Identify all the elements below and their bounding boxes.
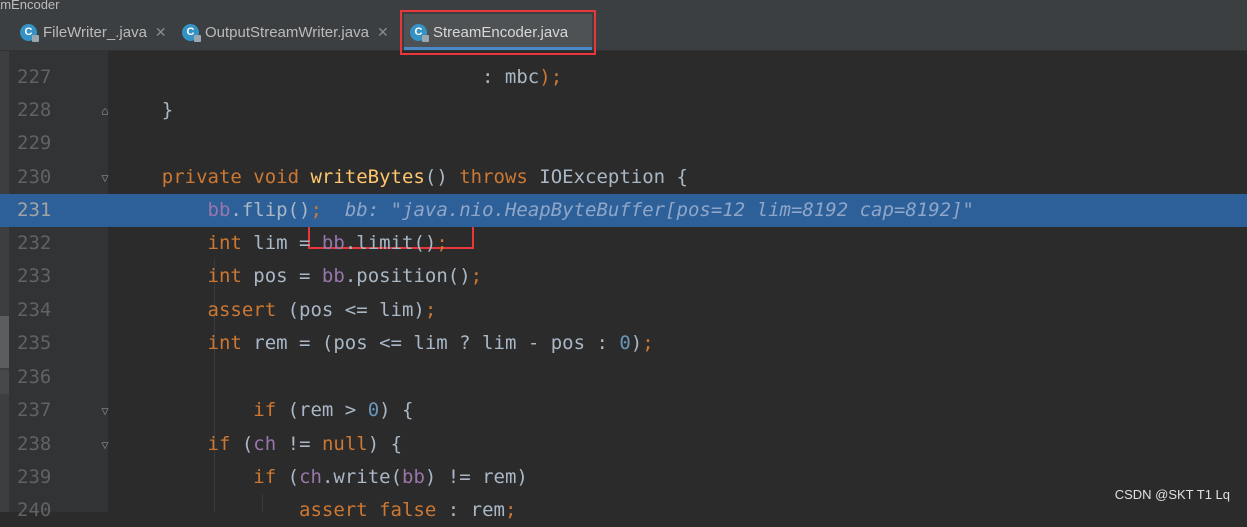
fold-icon[interactable]: ▽ — [98, 438, 112, 452]
code-line[interactable]: 230 ▽ private void writeBytes() throws I… — [0, 161, 1247, 194]
debug-inline-value: bb: "java.nio.HeapByteBuffer[pos=12 lim=… — [344, 199, 974, 221]
code-text: int pos = bb.position(); — [207, 265, 483, 287]
java-class-icon: C — [20, 23, 39, 42]
code-line[interactable]: 238 ▽ if (ch != null) { — [0, 428, 1247, 461]
close-icon[interactable]: ✕ — [377, 24, 389, 41]
code-text: assert (pos <= lim); — [207, 299, 437, 321]
tab-label: FileWriter_.java — [43, 23, 147, 41]
code-line[interactable]: 232 int lim = bb.limit(); — [0, 227, 1247, 260]
line-number: 237 — [17, 399, 52, 421]
line-number: 238 — [17, 433, 52, 455]
code-line[interactable]: 235 int rem = (pos <= lim ? lim - pos : … — [0, 327, 1247, 360]
code-text: if (ch.write(bb) != rem) — [253, 466, 528, 488]
line-number: 230 — [17, 166, 52, 188]
breadcrumb-text: amEncoder — [0, 0, 60, 12]
tab-outputstreamwriter[interactable]: C OutputStreamWriter.java ✕ — [176, 14, 396, 50]
code-line[interactable]: 227 : mbc); — [0, 61, 1247, 94]
line-number: 228 — [17, 99, 52, 121]
fold-icon[interactable]: ▽ — [98, 404, 112, 418]
line-number: 227 — [17, 66, 52, 88]
line-number: 233 — [17, 265, 52, 287]
line-number: 240 — [17, 499, 52, 521]
close-icon[interactable]: ✕ — [155, 24, 167, 41]
code-text: assert false : rem; — [299, 499, 517, 521]
watermark: CSDN @SKT T1 Lq — [1114, 487, 1230, 502]
line-number: 234 — [17, 299, 52, 321]
code-line[interactable]: 229 — [0, 127, 1247, 160]
fold-end-icon[interactable]: ⌂ — [98, 104, 112, 118]
code-line[interactable]: 234 assert (pos <= lim); — [0, 294, 1247, 327]
tab-label: OutputStreamWriter.java — [205, 23, 369, 41]
line-number: 232 — [17, 232, 52, 254]
fold-icon[interactable]: ▽ — [98, 171, 112, 185]
tab-filewriter[interactable]: C FileWriter_.java ✕ — [14, 14, 172, 50]
code-text: } — [116, 99, 174, 121]
breadcrumb[interactable]: amEncoder — [0, 0, 1247, 14]
code-line-current[interactable]: 231 bb.flip(); bb: "java.nio.HeapByteBuf… — [0, 194, 1247, 227]
tab-highlight-annotation — [400, 10, 596, 55]
code-line[interactable]: 228 ⌂ } — [0, 94, 1247, 127]
code-text: if (rem > 0) { — [253, 399, 414, 421]
code-text: bb.flip(); bb: "java.nio.HeapByteBuffer[… — [207, 199, 974, 221]
code-text: : mbc); — [116, 66, 563, 88]
java-class-icon: C — [182, 23, 201, 42]
code-text: if (ch != null) { — [207, 433, 403, 455]
code-line[interactable]: 233 int pos = bb.position(); — [0, 260, 1247, 293]
line-number: 239 — [17, 466, 52, 488]
code-line[interactable]: 240 assert false : rem; — [0, 494, 1247, 527]
code-editor[interactable]: 227 : mbc); 228 ⌂ } 229 230 ▽ private vo… — [0, 51, 1247, 521]
code-text: int lim = bb.limit(); — [207, 232, 448, 254]
code-text: int rem = (pos <= lim ? lim - pos : 0); — [207, 332, 654, 354]
line-number: 235 — [17, 332, 52, 354]
code-line[interactable]: 239 if (ch.write(bb) != rem) — [0, 461, 1247, 494]
code-line[interactable]: 236 — [0, 361, 1247, 394]
code-text: private void writeBytes() throws IOExcep… — [161, 166, 688, 188]
editor-tab-bar: C FileWriter_.java ✕ C OutputStreamWrite… — [0, 14, 1247, 51]
line-number: 231 — [9, 194, 99, 227]
line-number: 229 — [17, 132, 52, 154]
code-line[interactable]: 237 ▽ if (rem > 0) { — [0, 394, 1247, 427]
line-number: 236 — [17, 366, 52, 388]
